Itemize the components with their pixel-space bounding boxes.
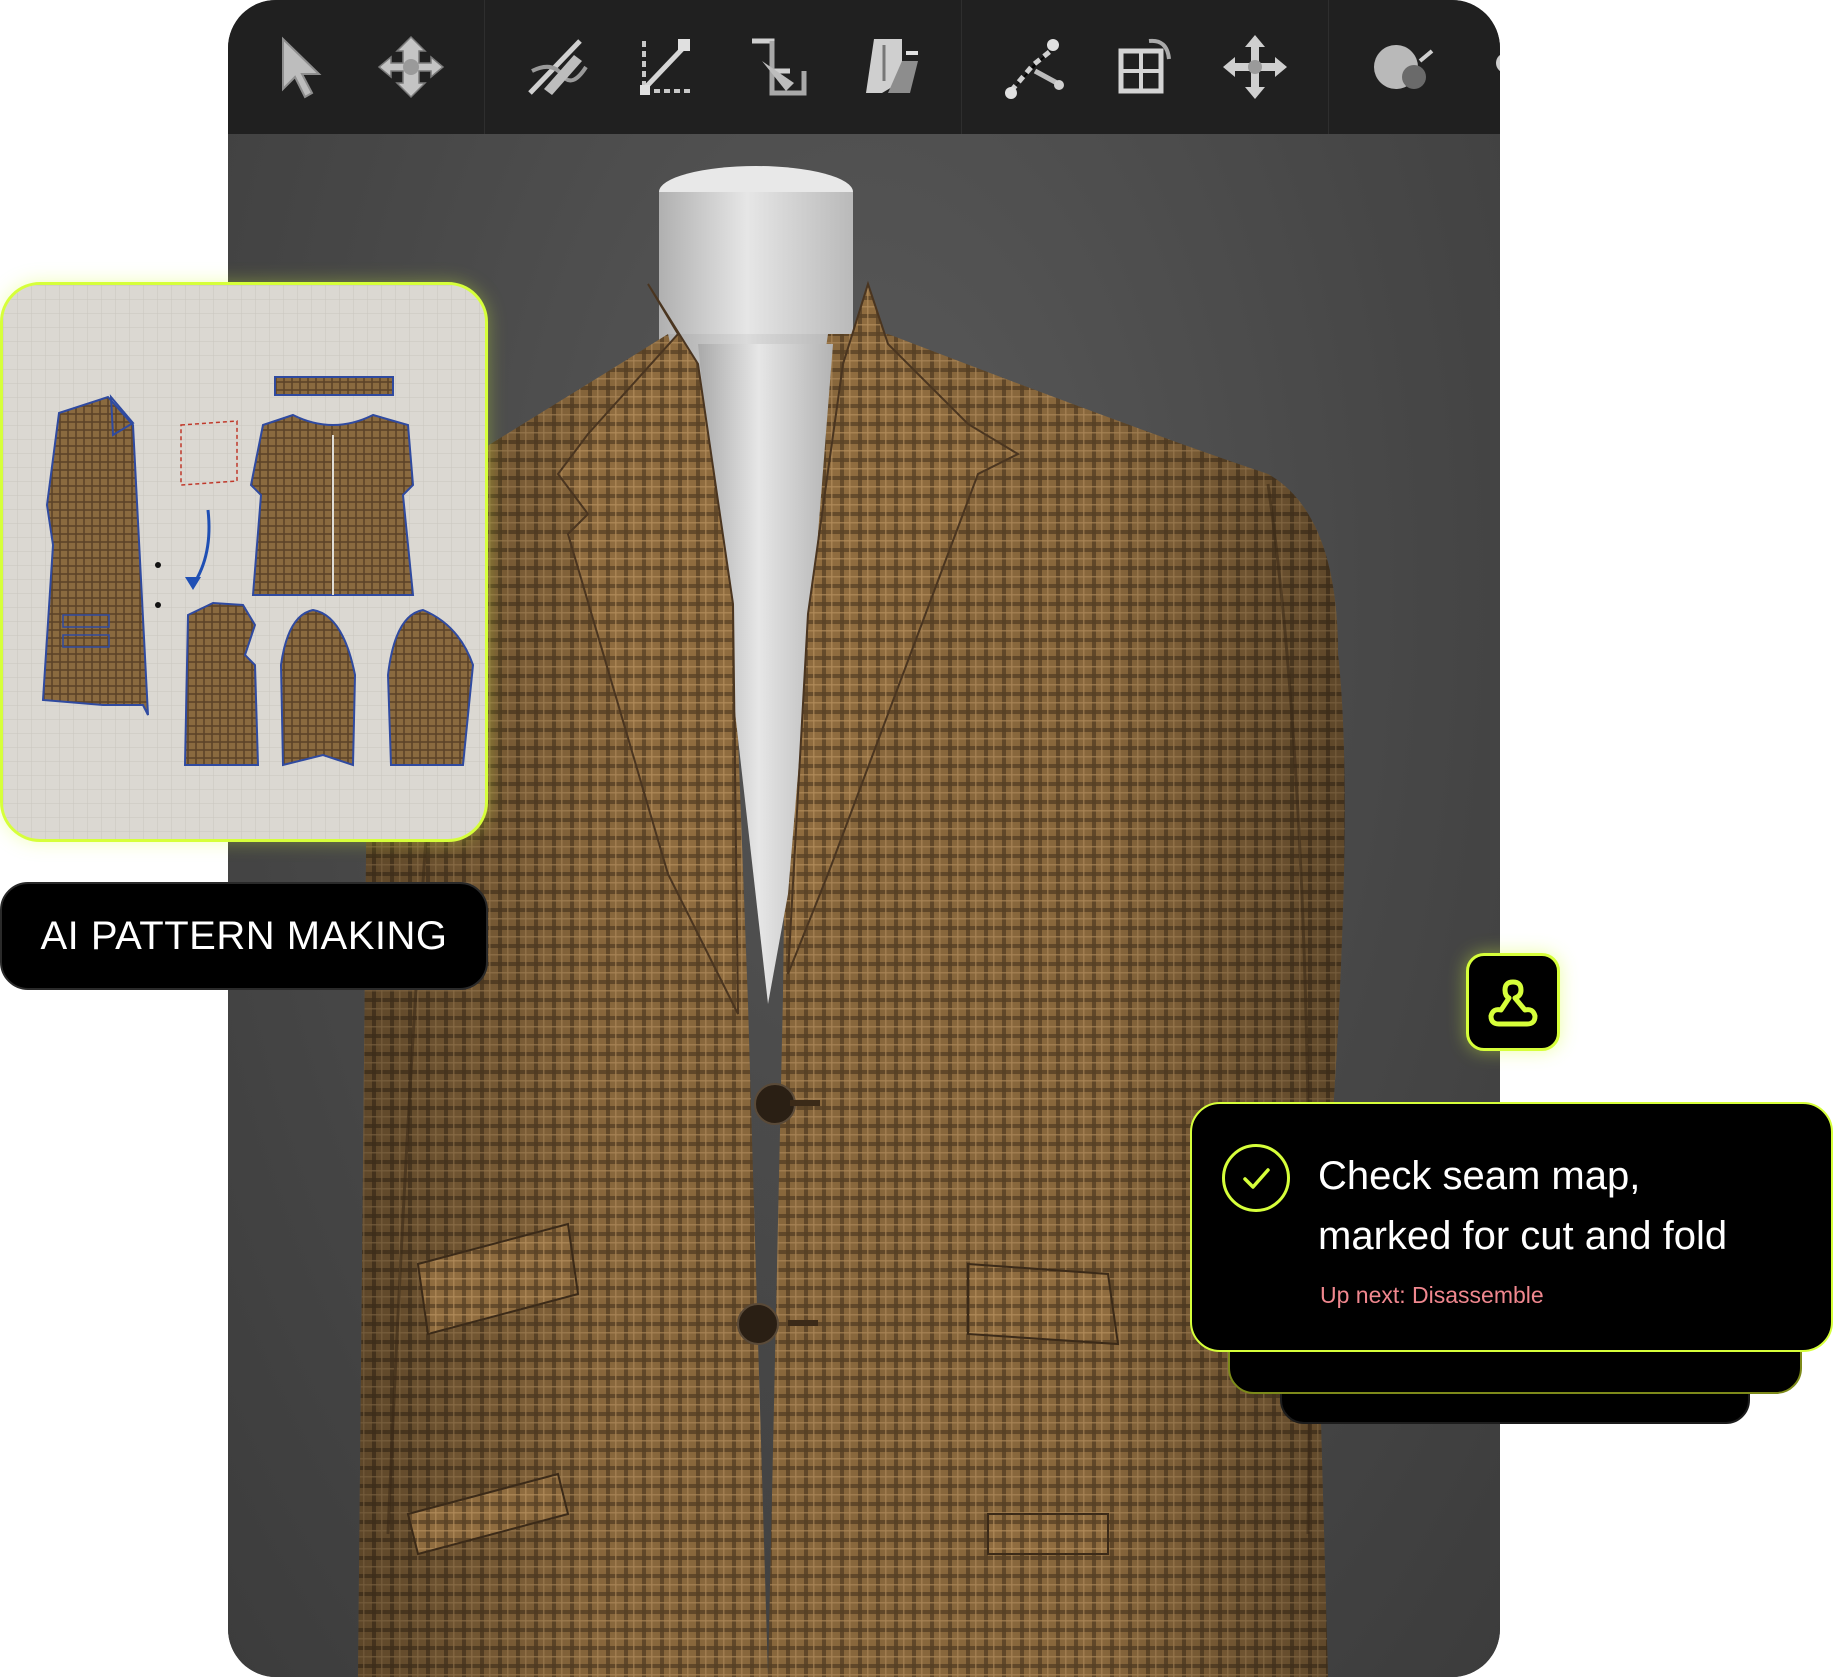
- segment-sewing-icon[interactable]: [848, 27, 928, 107]
- toolbar-group-edit: [485, 0, 962, 134]
- pattern-preview-card[interactable]: [0, 282, 488, 842]
- transform-pattern-icon[interactable]: [371, 27, 451, 107]
- fold-arrangement-icon[interactable]: [738, 27, 818, 107]
- toolbar-group-sew: [962, 0, 1329, 134]
- ai-assistant-badge[interactable]: [1466, 953, 1560, 1051]
- free-sewing-icon[interactable]: [995, 27, 1075, 107]
- move-gizmo-icon[interactable]: [1215, 27, 1295, 107]
- task-title-line-2: marked for cut and fold: [1318, 1214, 1728, 1258]
- ai-logo-icon: [1488, 979, 1538, 1027]
- ai-pattern-making-label: AI PATTERN MAKING: [0, 882, 488, 990]
- pattern-pieces-drawing: [3, 285, 485, 839]
- toolbar-group-select: [228, 0, 485, 134]
- toolbar: [228, 0, 1500, 134]
- edit-curve-icon[interactable]: [518, 27, 598, 107]
- avatar-toggle-icon[interactable]: [1362, 27, 1442, 107]
- toolbar-group-view: [1329, 0, 1500, 134]
- task-title-line-1: Check seam map,: [1318, 1154, 1641, 1198]
- grid-arrangement-icon[interactable]: [1105, 27, 1185, 107]
- edit-point-icon[interactable]: [628, 27, 708, 107]
- task-title: Check seam map, marked for cut and fold: [1318, 1146, 1818, 1266]
- select-arrow-icon[interactable]: [261, 27, 341, 107]
- ai-pattern-making-text: AI PATTERN MAKING: [40, 913, 448, 958]
- garment-toggle-icon[interactable]: [1472, 27, 1500, 107]
- check-icon[interactable]: [1222, 1144, 1290, 1212]
- up-next-text: Up next: Disassemble: [1320, 1282, 1544, 1308]
- task-card[interactable]: Check seam map, marked for cut and fold …: [1190, 1102, 1833, 1352]
